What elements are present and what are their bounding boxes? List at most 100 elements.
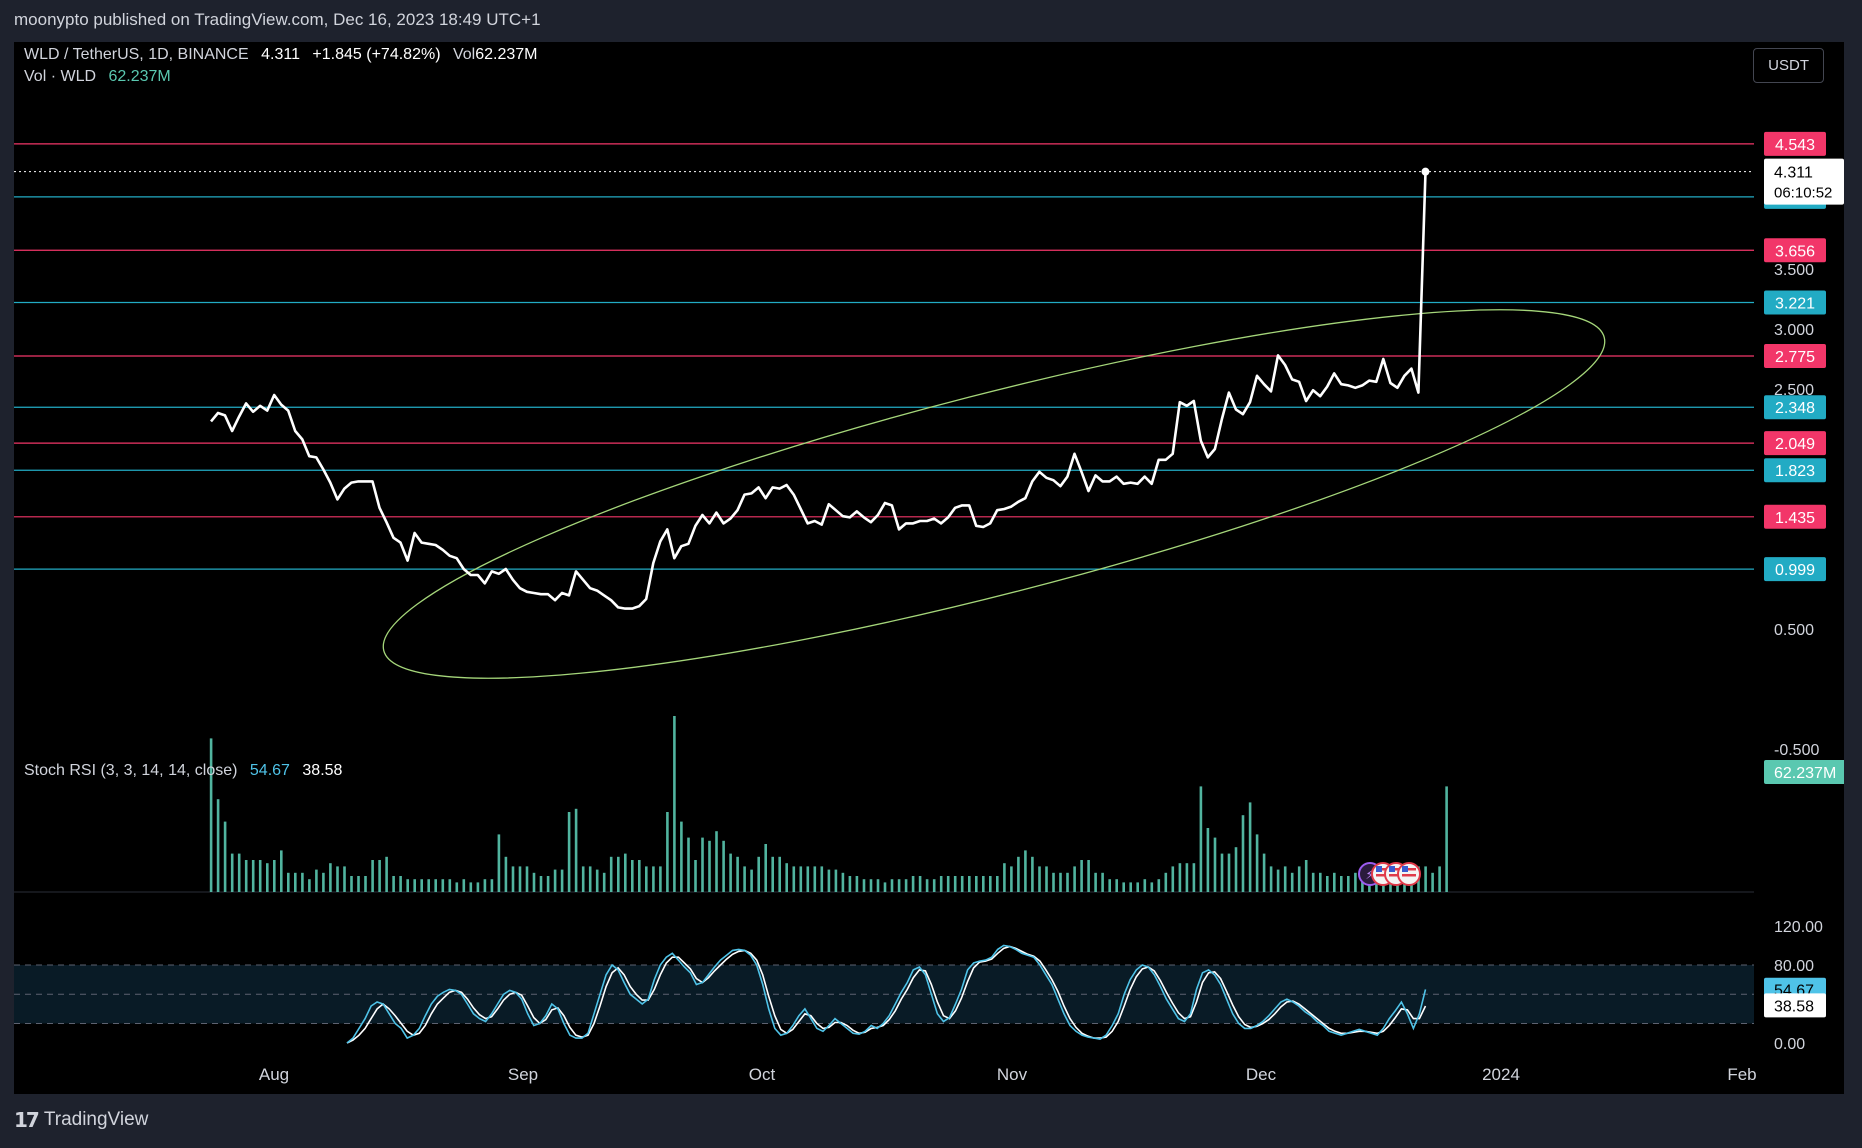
volume-bar <box>462 879 466 892</box>
volume-bar <box>1262 853 1266 892</box>
stoch-title[interactable]: Stoch RSI (3, 3, 14, 14, close) <box>24 762 237 779</box>
volume-bar <box>455 882 459 892</box>
volume-bar <box>897 879 901 892</box>
legend-symbol[interactable]: WLD / TetherUS, 1D, BINANCE <box>24 46 249 63</box>
volume-bar <box>1066 872 1069 892</box>
volume-bar <box>399 876 402 892</box>
volume-bar <box>1164 872 1168 892</box>
currency-button[interactable]: USDT <box>1753 48 1824 83</box>
flag-canton <box>1389 866 1395 872</box>
volume-bar <box>701 837 704 892</box>
volume-bar <box>1122 882 1125 892</box>
legend-vol-label: Vol <box>452 46 476 63</box>
volume-bar <box>652 866 655 892</box>
x-tick-feb: Feb <box>1727 1065 1756 1084</box>
x-tick-aug: Aug <box>259 1065 289 1084</box>
volume-bar <box>385 856 388 892</box>
volume-bar <box>581 866 585 892</box>
volume-bar <box>1108 879 1111 892</box>
volume-bar <box>1248 802 1252 892</box>
volume-bar <box>448 879 452 892</box>
level-label-5: 2.348 <box>1775 400 1815 417</box>
volume-bar <box>1087 860 1090 892</box>
trend-ellipse <box>382 309 1606 679</box>
volume-bar <box>378 860 381 892</box>
volume-bar <box>280 850 283 892</box>
volume-bar <box>996 876 999 892</box>
volume-bar <box>757 856 760 892</box>
volume-bar <box>708 840 711 892</box>
volume-bar <box>1206 828 1210 892</box>
level-label-7: 1.823 <box>1775 463 1815 480</box>
volume-bar <box>883 882 887 892</box>
volume-bar <box>1340 876 1343 892</box>
vol-row-label[interactable]: Vol · WLD <box>24 68 96 85</box>
volume-bar <box>350 876 353 892</box>
volume-bar <box>1038 866 1041 892</box>
volume-bar <box>631 860 634 892</box>
flag-canton <box>1376 866 1382 872</box>
stoch-y-tick-2: 0.00 <box>1774 1036 1805 1053</box>
volume-bar <box>1354 872 1357 892</box>
volume-bar <box>539 876 543 892</box>
volume-bar <box>659 866 662 892</box>
volume-bar <box>251 860 255 892</box>
volume-bar <box>525 866 529 892</box>
volume-bar <box>834 869 838 892</box>
volume-bar <box>1424 866 1427 892</box>
stoch-y-tick-0: 120.00 <box>1774 919 1823 936</box>
volume-bar <box>925 879 929 892</box>
main-legend: WLD / TetherUS, 1D, BINANCE 4.311 +1.845… <box>24 46 537 64</box>
volume-bar <box>932 879 936 892</box>
level-label-2: 3.656 <box>1775 243 1815 260</box>
last-price-label: 4.311 <box>1774 165 1813 182</box>
volume-bar <box>1227 853 1231 892</box>
volume-bar <box>258 860 262 892</box>
volume-bar <box>364 876 367 892</box>
tradingview-logo-icon: 17 <box>14 1108 40 1132</box>
volume-bar <box>476 882 480 892</box>
volume-bar <box>237 853 241 892</box>
chart-panel[interactable]: 4.5434.1013.6563.2212.7752.3482.0491.823… <box>14 42 1844 1094</box>
volume-bar <box>715 831 718 892</box>
footer-brand[interactable]: 17 TradingView <box>14 1108 148 1132</box>
volume-bar <box>785 863 788 892</box>
volume-label: 62.237M <box>1774 765 1836 782</box>
volume-bar <box>1311 872 1315 892</box>
volume-bar <box>1319 872 1322 892</box>
volume-bar <box>1150 882 1154 892</box>
volume-bar <box>1136 882 1139 892</box>
volume-bar <box>553 869 557 892</box>
volume-bar <box>953 876 957 892</box>
volume-bar <box>968 876 971 892</box>
x-tick-dec: Dec <box>1246 1065 1277 1084</box>
volume-bar <box>588 866 592 892</box>
volume-legend: Vol · WLD 62.237M <box>24 68 171 86</box>
volume-bar <box>645 866 648 892</box>
volume-bar <box>244 860 248 892</box>
volume-bar <box>982 876 985 892</box>
volume-bar <box>567 812 571 892</box>
price-series-line <box>210 171 1427 610</box>
volume-bar <box>771 856 774 892</box>
volume-bar <box>518 866 522 892</box>
volume-bar <box>764 844 767 892</box>
x-tick-oct: Oct <box>749 1065 776 1084</box>
volume-bar <box>1024 850 1027 892</box>
volume-bar <box>799 866 803 892</box>
volume-bar <box>546 876 550 892</box>
volume-bar <box>287 872 290 892</box>
volume-bar <box>490 879 494 892</box>
volume-bar <box>722 840 725 892</box>
volume-bar <box>792 866 796 892</box>
volume-bar <box>624 853 627 892</box>
volume-bar <box>315 869 318 892</box>
chart-svg[interactable]: 4.5434.1013.6563.2212.7752.3482.0491.823… <box>14 42 1844 1094</box>
volume-bar <box>336 866 339 892</box>
volume-bar <box>680 821 683 892</box>
volume-bar <box>1255 834 1259 892</box>
y-tick-7: -0.500 <box>1774 742 1819 759</box>
volume-bar <box>862 879 866 892</box>
volume-bar <box>1010 866 1013 892</box>
y-tick-6: 0.500 <box>1774 622 1814 639</box>
